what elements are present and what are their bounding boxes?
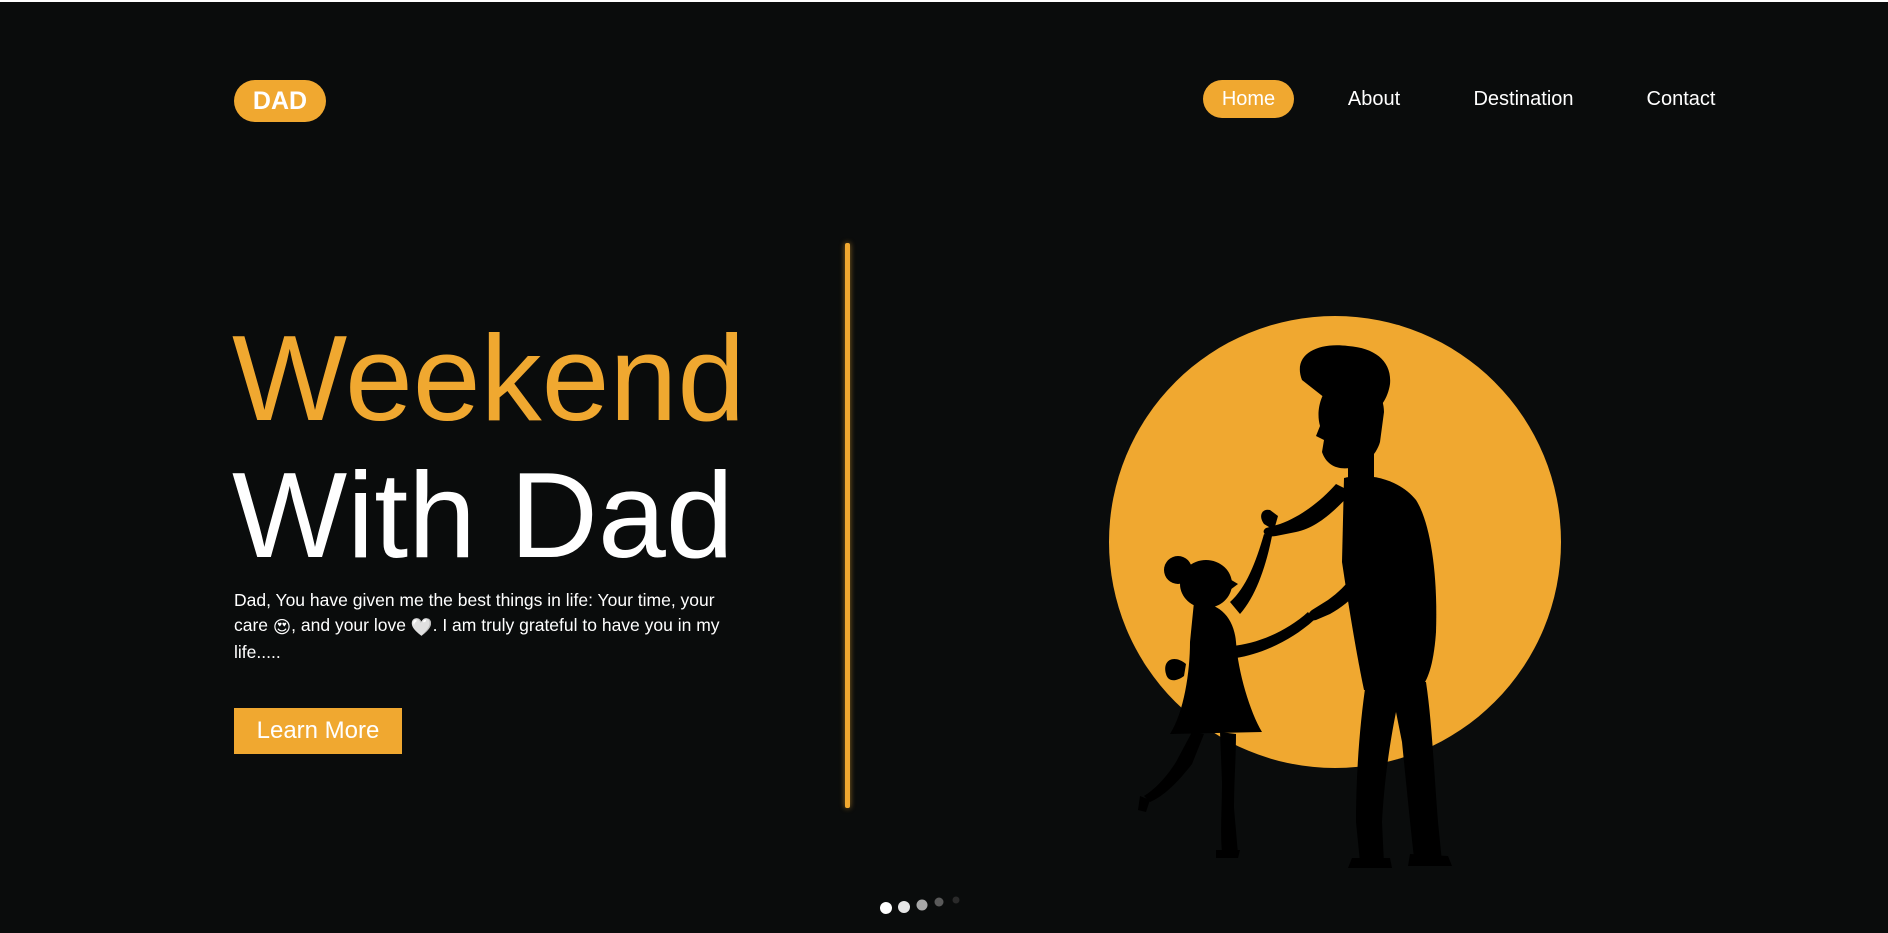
father-daughter-silhouette-illustration xyxy=(1109,316,1561,868)
hero-page: DAD Home About Destination Contact Weeke… xyxy=(0,2,1888,933)
nav-contact[interactable]: Contact xyxy=(1640,80,1722,118)
learn-more-button[interactable]: Learn More xyxy=(234,708,402,754)
nav-about[interactable]: About xyxy=(1340,80,1408,118)
description-text-2: , and your love xyxy=(291,615,411,635)
carousel-dot-5[interactable] xyxy=(952,896,960,904)
hero-description: Dad, You have given me the best things i… xyxy=(234,588,744,665)
hero-title-line-2: With Dad xyxy=(232,447,734,583)
carousel-dot-4[interactable] xyxy=(934,897,944,907)
carousel-dot-1[interactable] xyxy=(880,902,892,914)
white-heart-icon: 🤍 xyxy=(410,617,433,637)
vertical-divider xyxy=(845,243,850,808)
hero-title-line-1: Weekend xyxy=(232,310,746,446)
nav-destination[interactable]: Destination xyxy=(1466,80,1581,118)
carousel-dot-3[interactable] xyxy=(916,899,928,911)
carousel-dot-2[interactable] xyxy=(898,901,910,913)
logo[interactable]: DAD xyxy=(234,80,326,122)
heart-eyes-emoji-icon: 😍 xyxy=(272,617,292,637)
nav-home[interactable]: Home xyxy=(1203,80,1294,118)
carousel-indicators xyxy=(880,896,960,914)
